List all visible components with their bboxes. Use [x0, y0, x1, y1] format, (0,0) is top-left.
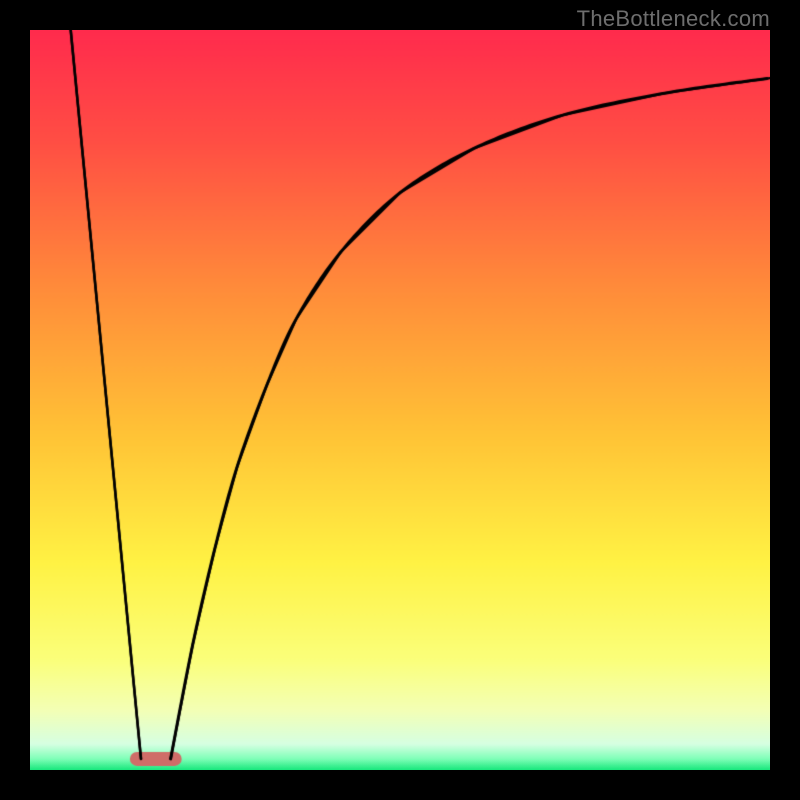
- bottleneck-curve: [30, 30, 770, 770]
- plot-area: [30, 30, 770, 770]
- chart-frame: TheBottleneck.com: [0, 0, 800, 800]
- watermark-text: TheBottleneck.com: [577, 6, 770, 32]
